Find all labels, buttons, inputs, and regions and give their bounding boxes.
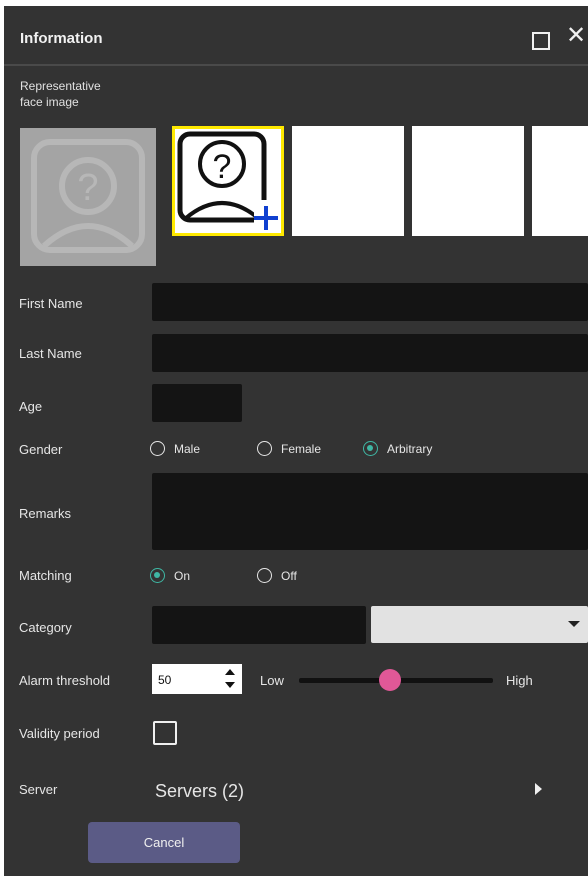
alarm-threshold-value: 50 — [158, 673, 172, 687]
alarm-threshold-slider[interactable] — [299, 669, 493, 691]
age-label: Age — [19, 399, 43, 414]
slider-low-label: Low — [260, 673, 284, 688]
dialog-title: Information — [20, 30, 103, 47]
gender-male-label: Male — [174, 441, 201, 456]
validity-period-label: Validity period — [19, 726, 100, 741]
gender-female-label: Female — [281, 441, 322, 456]
face-thumb-3[interactable] — [412, 126, 524, 236]
slider-thumb[interactable] — [379, 669, 402, 691]
first-name-label: First Name — [19, 296, 83, 311]
gender-male-radio[interactable] — [150, 441, 165, 456]
face-thumb-4[interactable] — [532, 126, 588, 236]
stepper-down-icon[interactable] — [225, 682, 235, 688]
gender-male-option[interactable]: Male — [150, 441, 200, 456]
slider-high-label: High — [506, 673, 533, 688]
matching-on-radio[interactable] — [150, 568, 165, 583]
close-icon[interactable]: ✕ — [566, 24, 586, 48]
matching-off-radio[interactable] — [257, 568, 272, 583]
category-label: Category — [19, 620, 72, 635]
gender-arbitrary-option[interactable]: Arbitrary — [363, 441, 432, 456]
remarks-label: Remarks — [19, 506, 72, 521]
matching-label: Matching — [19, 568, 72, 583]
remarks-field[interactable] — [152, 473, 588, 550]
svg-text:?: ? — [77, 167, 98, 209]
svg-text:?: ? — [213, 148, 232, 186]
title-bar: Information ✕ — [4, 6, 588, 66]
server-value[interactable]: Servers (2) — [155, 781, 244, 802]
last-name-label: Last Name — [19, 346, 82, 361]
chevron-down-icon — [568, 621, 580, 627]
stepper-up-icon[interactable] — [225, 669, 235, 675]
information-dialog: Information ✕ Representative face image … — [4, 6, 588, 876]
face-placeholder-icon: ? — [31, 139, 145, 253]
matching-off-option[interactable]: Off — [257, 568, 297, 583]
alarm-threshold-label: Alarm threshold — [19, 673, 111, 688]
face-thumb-1[interactable]: ? — [172, 126, 284, 236]
add-face-icon: ? — [177, 131, 278, 230]
category-field[interactable] — [152, 606, 366, 644]
validity-period-checkbox[interactable] — [153, 721, 177, 745]
representative-face-label-line1: Representative — [20, 79, 101, 93]
gender-arbitrary-radio[interactable] — [363, 441, 378, 456]
representative-face-image: ? — [20, 128, 156, 266]
cancel-button[interactable]: Cancel — [88, 822, 240, 863]
alarm-threshold-stepper[interactable]: 50 — [152, 664, 242, 694]
last-name-field[interactable] — [152, 334, 588, 372]
gender-arbitrary-label: Arbitrary — [387, 441, 433, 456]
face-thumb-2[interactable] — [292, 126, 404, 236]
matching-on-option[interactable]: On — [150, 568, 190, 583]
gender-label: Gender — [19, 442, 63, 457]
server-label: Server — [19, 782, 58, 797]
gender-female-radio[interactable] — [257, 441, 272, 456]
matching-on-label: On — [174, 568, 191, 583]
gender-female-option[interactable]: Female — [257, 441, 321, 456]
category-dropdown[interactable] — [371, 606, 588, 643]
matching-off-label: Off — [281, 568, 297, 583]
maximize-icon[interactable] — [532, 32, 550, 50]
representative-face-label-line2: face image — [20, 95, 79, 109]
representative-face-label: Representative face image — [20, 78, 101, 110]
age-field[interactable] — [152, 384, 242, 422]
first-name-field[interactable] — [152, 283, 588, 321]
chevron-right-icon[interactable] — [535, 783, 542, 795]
